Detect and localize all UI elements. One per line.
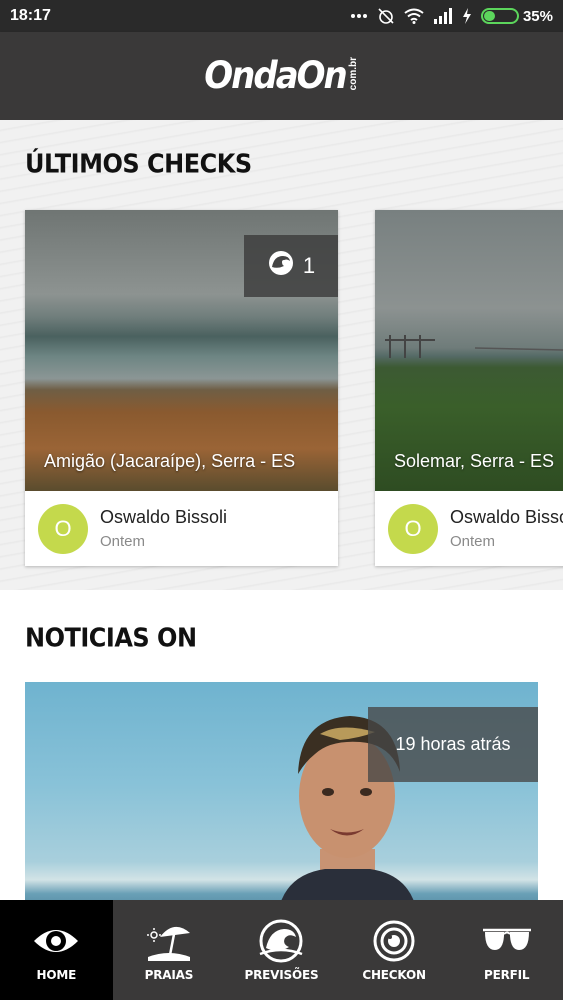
signal-icon: [433, 8, 453, 24]
nav-label: PERFIL: [484, 968, 530, 982]
author-name: Oswaldo Bissoli: [100, 507, 228, 527]
nav-label: PRAIAS: [144, 968, 194, 982]
alarm-off-icon: [377, 7, 395, 25]
nav-item-praias[interactable]: PRAIAS: [113, 900, 226, 1000]
eye-icon: [32, 918, 80, 964]
avatar[interactable]: O: [388, 504, 438, 554]
section-title-news: NOTICIAS ON: [25, 622, 197, 654]
wifi-icon: [404, 8, 424, 24]
check-time: Ontem: [450, 533, 496, 550]
check-card[interactable]: 1 Amigão (Jacaraípe), Serra - ES O Oswal…: [25, 210, 338, 566]
avatar[interactable]: O: [38, 504, 88, 554]
status-time: 18:17: [10, 7, 51, 24]
check-count-badge: 1: [244, 235, 338, 297]
battery-indicator: 35%: [480, 7, 553, 25]
check-count: 1: [302, 253, 316, 278]
check-author: O Oswaldo Bissoli Ontem: [25, 491, 338, 566]
nav-label: HOME: [36, 968, 77, 982]
nav-item-previsoes[interactable]: PREVISÕES: [225, 900, 338, 1000]
checks-section: ÚLTIMOS CHECKS 1 Amigão (Jacaraípe), Ser…: [0, 120, 563, 590]
wave-forecast-icon: [258, 918, 304, 964]
section-title-checks: ÚLTIMOS CHECKS: [25, 148, 252, 180]
news-section: NOTICIAS ON 19 horas atrás: [0, 590, 563, 900]
check-location: Amigão (Jacaraípe), Serra - ES: [44, 451, 296, 471]
nav-item-home[interactable]: HOME: [0, 900, 113, 1000]
charging-icon: [462, 8, 472, 24]
app-header: OndaOn com.br: [0, 32, 563, 120]
fence-lines: [385, 335, 563, 358]
check-author: O Oswaldo Bissoli Ontem: [375, 491, 563, 566]
nav-item-perfil[interactable]: PERFIL: [450, 900, 563, 1000]
sunglasses-icon: [481, 918, 533, 964]
bottom-nav: HOME PRAIAS PREVISÕES CHECKON PERFIL: [0, 900, 563, 1000]
battery-icon: [480, 8, 519, 24]
battery-fill: [483, 11, 496, 21]
author-name: Oswaldo Bissoli: [450, 507, 563, 527]
status-icons: 35%: [350, 7, 553, 25]
camera-lens-icon: [373, 918, 415, 964]
check-time: Ontem: [100, 533, 146, 550]
nav-label: PREVISÕES: [244, 968, 319, 982]
wave-icon: [267, 249, 295, 283]
nav-label: CHECKON: [362, 968, 426, 982]
status-bar: 18:17 35%: [0, 0, 563, 32]
nav-item-checkon[interactable]: CHECKON: [338, 900, 451, 1000]
news-card[interactable]: 19 horas atrás: [25, 682, 538, 900]
beach-umbrella-icon: [146, 918, 192, 964]
more-dots-icon: [350, 13, 368, 19]
battery-percent: 35%: [522, 7, 553, 25]
news-time-badge: 19 horas atrás: [368, 707, 538, 782]
check-card[interactable]: Solemar, Serra - ES O Oswaldo Bissoli On…: [375, 210, 563, 566]
logo-wordmark: OndaOn: [204, 54, 347, 98]
check-photo: [375, 210, 563, 491]
app-logo[interactable]: OndaOn com.br: [204, 54, 359, 98]
check-location: Solemar, Serra - ES: [394, 451, 555, 471]
logo-domain: com.br: [347, 56, 359, 90]
